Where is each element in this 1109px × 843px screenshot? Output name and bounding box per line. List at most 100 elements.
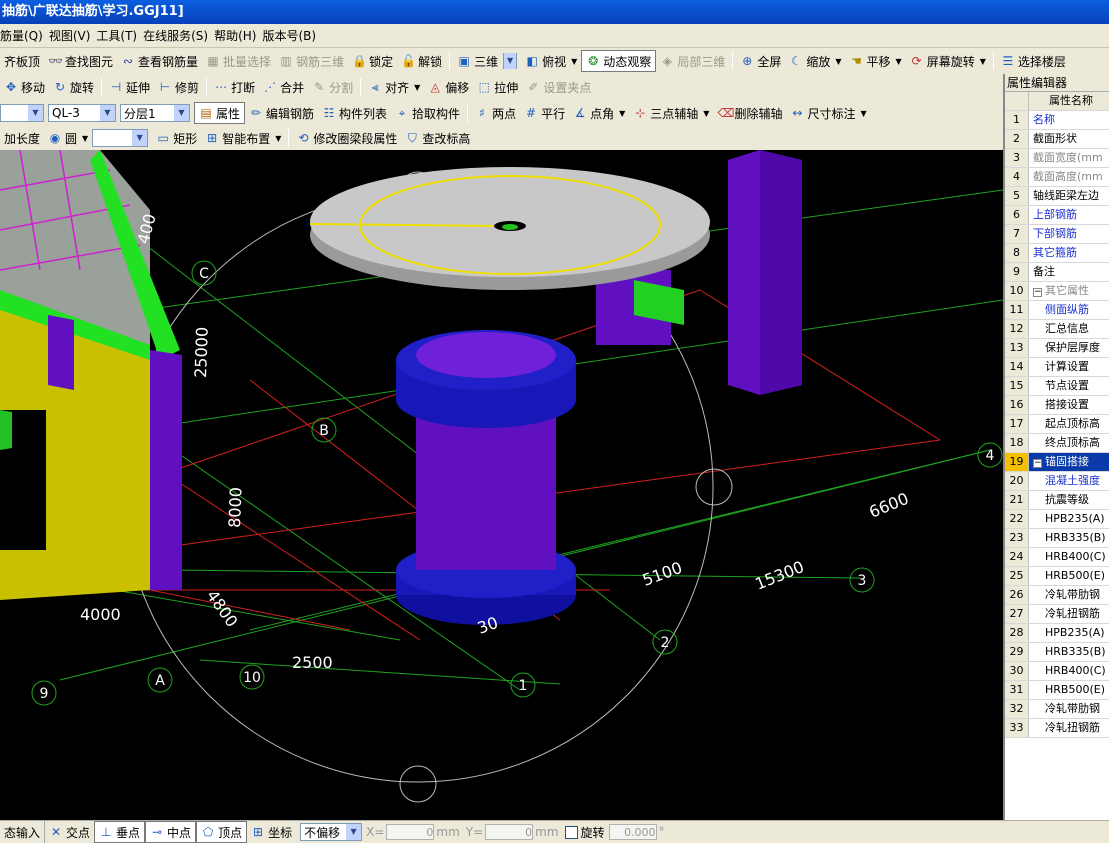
extend-button[interactable]: ⊣ 延伸: [105, 76, 154, 98]
property-row[interactable]: 25 HRB500(E): [1005, 567, 1109, 586]
rebar-3d-button[interactable]: ▥ 钢筋三维: [275, 50, 348, 72]
property-row[interactable]: 11 侧面纵筋: [1005, 301, 1109, 320]
x-input[interactable]: [386, 824, 435, 840]
collapse-icon[interactable]: −: [1033, 288, 1042, 297]
property-row[interactable]: 21 抗震等级: [1005, 491, 1109, 510]
offset-button[interactable]: ◬ 偏移: [424, 76, 473, 98]
property-row[interactable]: 33 冷轧扭钢筋: [1005, 719, 1109, 738]
property-row[interactable]: 20 混凝土强度: [1005, 472, 1109, 491]
delete-axis-button[interactable]: ⌫ 删除辅轴: [713, 102, 786, 124]
dimension-button[interactable]: ↔ 尺寸标注 ▼: [786, 102, 870, 124]
parallel-button[interactable]: # 平行: [520, 102, 569, 124]
property-row[interactable]: 31 HRB500(E): [1005, 681, 1109, 700]
set-grip-button[interactable]: ✐ 设置夹点: [522, 76, 595, 98]
property-row[interactable]: 8 其它箍筋: [1005, 244, 1109, 263]
property-row[interactable]: 26 冷轧带肋钢: [1005, 586, 1109, 605]
property-row[interactable]: 28 HPB235(A): [1005, 624, 1109, 643]
trim-button[interactable]: ⊢ 修剪: [154, 76, 203, 98]
property-row[interactable]: 23 HRB335(B): [1005, 529, 1109, 548]
view-rebar-qty-button[interactable]: ∾ 查看钢筋量: [117, 50, 202, 72]
property-row[interactable]: 9 备注: [1005, 263, 1109, 282]
two-points-button[interactable]: ♯ 两点: [471, 102, 520, 124]
select-floor-button[interactable]: ☰ 选择楼层: [997, 50, 1070, 72]
align-button[interactable]: ⫷ 对齐 ▼: [364, 76, 424, 98]
property-row[interactable]: 2 截面形状: [1005, 130, 1109, 149]
point-angle-button[interactable]: ∡ 点角 ▼: [569, 102, 629, 124]
check-elevation-button[interactable]: ⛉ 查改标高: [401, 127, 474, 149]
dynamic-orbit-button[interactable]: ❂ 动态观察: [581, 50, 657, 72]
rectangle-button[interactable]: ▭ 矩形: [152, 127, 201, 149]
local-3d-button[interactable]: ◈ 局部三维: [656, 50, 729, 72]
property-row[interactable]: 14 计算设置: [1005, 358, 1109, 377]
property-row[interactable]: 16 搭接设置: [1005, 396, 1109, 415]
property-row[interactable]: 22 HPB235(A): [1005, 510, 1109, 529]
floor-combo[interactable]: ▼: [0, 104, 44, 122]
snap-coordinate-button[interactable]: ⊞ 坐标: [247, 821, 296, 843]
top-view-button[interactable]: ◧ 俯视 ▼: [521, 50, 581, 72]
property-row[interactable]: 13 保护层厚度: [1005, 339, 1109, 358]
batch-select-button[interactable]: ▦ 批量选择: [202, 50, 275, 72]
round-column[interactable]: [396, 330, 576, 625]
property-row[interactable]: 32 冷轧带肋钢: [1005, 700, 1109, 719]
offset-mode-combo[interactable]: 不偏移 ▼: [300, 823, 363, 841]
unlock-button[interactable]: 🔓 解锁: [397, 50, 446, 72]
menu-help[interactable]: 帮助(H): [214, 25, 262, 47]
snap-vertex-button[interactable]: ⬠ 顶点: [196, 821, 248, 843]
property-row[interactable]: 12 汇总信息: [1005, 320, 1109, 339]
orbit-handle-bottom[interactable]: [399, 765, 437, 803]
rotate-button[interactable]: ↻ 旋转: [49, 76, 98, 98]
property-row[interactable]: 1 名称: [1005, 111, 1109, 130]
zoom-button[interactable]: ☾ 缩放 ▼: [785, 50, 845, 72]
fullscreen-button[interactable]: ⊕ 全屏: [736, 50, 785, 72]
menu-view[interactable]: 视图(V): [49, 25, 97, 47]
break-button[interactable]: ⋯ 打断: [210, 76, 259, 98]
smart-place-button[interactable]: ⊞ 智能布置 ▼: [201, 127, 285, 149]
property-row[interactable]: 17 起点顶标高: [1005, 415, 1109, 434]
property-row[interactable]: 15 节点设置: [1005, 377, 1109, 396]
snap-perpendicular-button[interactable]: ⊥ 垂点: [94, 821, 146, 843]
three-point-axis-button[interactable]: ⊹ 三点辅轴 ▼: [629, 102, 713, 124]
property-row[interactable]: 6 上部钢筋: [1005, 206, 1109, 225]
property-row[interactable]: 27 冷轧扭钢筋: [1005, 605, 1109, 624]
property-row[interactable]: 29 HRB335(B): [1005, 643, 1109, 662]
edit-rebar-button[interactable]: ✏ 编辑钢筋: [245, 102, 318, 124]
properties-button[interactable]: ▤ 属性: [194, 102, 246, 124]
screen-rotate-button[interactable]: ⟳ 屏幕旋转 ▼: [906, 50, 990, 72]
property-row[interactable]: 18 终点顶标高: [1005, 434, 1109, 453]
property-row[interactable]: 4 截面高度(mm: [1005, 168, 1109, 187]
snap-midpoint-button[interactable]: ⊸ 中点: [145, 821, 197, 843]
dynamic-input-toggle[interactable]: 态输入: [0, 821, 46, 843]
pick-component-button[interactable]: ⌖ 拾取构件: [391, 102, 464, 124]
rotate-input[interactable]: [608, 824, 657, 840]
collapse-icon[interactable]: −: [1033, 459, 1042, 468]
column-back-right[interactable]: [728, 150, 802, 395]
property-row[interactable]: 7 下部钢筋: [1005, 225, 1109, 244]
property-row[interactable]: 5 轴线距梁左边: [1005, 187, 1109, 206]
round-slab[interactable]: [309, 167, 710, 290]
menu-version[interactable]: 版本号(B): [262, 25, 322, 47]
lock-button[interactable]: 🔒 锁定: [348, 50, 397, 72]
property-row[interactable]: 10− 其它属性: [1005, 282, 1109, 301]
layer-combo[interactable]: 分层1 ▼: [120, 104, 190, 122]
pan-button[interactable]: ☚ 平移 ▼: [846, 50, 906, 72]
menu-quantity[interactable]: 筋量(Q): [0, 25, 49, 47]
component-list-button[interactable]: ☷ 构件列表: [318, 102, 391, 124]
property-row[interactable]: 24 HRB400(C): [1005, 548, 1109, 567]
merge-button[interactable]: ⋰ 合并: [259, 76, 308, 98]
align-slab-top-button[interactable]: 齐板顶: [0, 50, 44, 72]
property-row[interactable]: 30 HRB400(C): [1005, 662, 1109, 681]
radius-combo[interactable]: ▼: [92, 129, 149, 147]
find-element-button[interactable]: 👓 查找图元: [44, 50, 117, 72]
property-row[interactable]: 19− 锚固搭接: [1005, 453, 1109, 472]
shape-circle-button[interactable]: ◉ 圆 ▼: [44, 127, 92, 149]
orbit-handle-right[interactable]: [695, 468, 733, 506]
view-3d-dropdown[interactable]: ▣ 三维 ▼: [453, 50, 521, 72]
modify-ringbeam-button[interactable]: ⟲ 修改圈梁段属性: [292, 127, 401, 149]
property-row[interactable]: 3 截面宽度(mm: [1005, 149, 1109, 168]
view-3d-arrow[interactable]: ▼: [503, 53, 518, 69]
snap-intersection-button[interactable]: ✕ 交点: [45, 821, 94, 843]
component-combo[interactable]: QL-3 ▼: [48, 104, 116, 122]
move-button[interactable]: ✥ 移动: [0, 76, 49, 98]
3d-viewport[interactable]: C B A 1 2 3 4 9 10 400 25000 8000 4000 4…: [0, 150, 1003, 820]
split-button[interactable]: ✎ 分割: [308, 76, 357, 98]
